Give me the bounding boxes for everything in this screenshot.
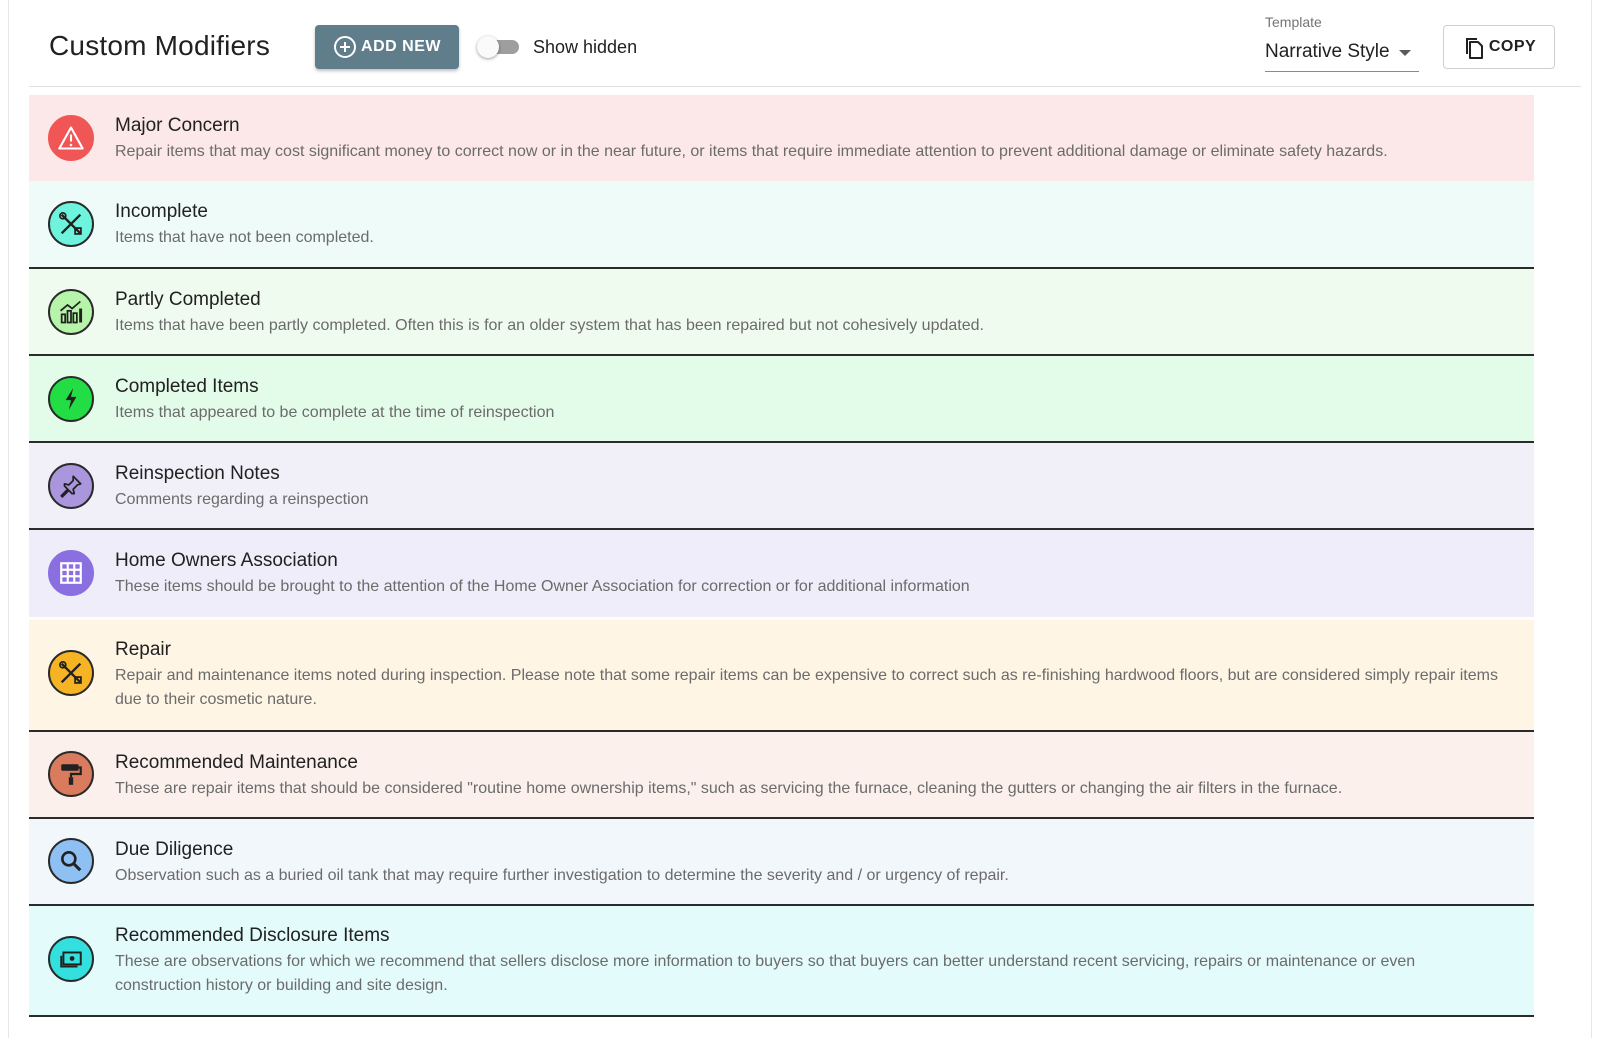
modifier-description: Observation such as a buried oil tank th… <box>115 867 1009 884</box>
modifier-description: Repair and maintenance items noted durin… <box>115 667 1498 708</box>
add-new-button[interactable]: ADD NEW <box>315 25 459 69</box>
modifier-description: Items that have been partly completed. O… <box>115 317 984 334</box>
money-icon <box>48 936 94 982</box>
pin-icon <box>48 463 94 509</box>
modifier-name: Partly Completed <box>115 289 261 310</box>
add-circle-icon <box>334 36 357 58</box>
template-label: Template <box>1265 14 1322 30</box>
modifier-name: Incomplete <box>115 201 208 222</box>
warning-icon <box>48 115 94 161</box>
search-icon <box>48 838 94 884</box>
show-hidden-toggle[interactable] <box>477 36 521 58</box>
modifier-description: Items that have not been completed. <box>115 229 374 246</box>
copy-button[interactable]: COPY <box>1443 25 1555 69</box>
modifier-description: Comments regarding a reinspection <box>115 491 369 508</box>
template-select[interactable]: Narrative Style <box>1265 38 1419 72</box>
copy-label: COPY <box>1488 38 1537 55</box>
chart-icon <box>48 289 94 335</box>
modifier-item[interactable]: Reinspection Notes Comments regarding a … <box>29 443 1534 530</box>
lightning-icon <box>48 376 94 422</box>
modifier-item[interactable]: Due Diligence Observation such as a buri… <box>29 819 1534 906</box>
modifier-name: Completed Items <box>115 376 259 397</box>
modifier-name: Recommended Disclosure Items <box>115 925 390 946</box>
modifier-item[interactable]: Recommended Maintenance These are repair… <box>29 732 1534 819</box>
modifier-name: Home Owners Association <box>115 550 338 571</box>
modifier-item[interactable]: Completed Items Items that appeared to b… <box>29 356 1534 443</box>
add-new-label: ADD NEW <box>361 38 441 55</box>
modifier-item[interactable]: Recommended Disclosure Items These are o… <box>29 906 1534 1017</box>
modifier-item[interactable]: Major Concern Repair items that may cost… <box>29 95 1534 181</box>
modifier-name: Recommended Maintenance <box>115 752 358 773</box>
modifier-description: These are observations for which we reco… <box>115 953 1416 994</box>
modifier-item[interactable]: Incomplete Items that have not been comp… <box>29 181 1534 269</box>
tools-icon <box>48 650 94 696</box>
modifier-item[interactable]: Home Owners Association These items shou… <box>29 530 1534 617</box>
modifier-description: These are repair items that should be co… <box>115 780 1343 797</box>
modifier-name: Reinspection Notes <box>115 463 280 484</box>
app-frame: Custom Modifiers ADD NEW Show hidden Tem… <box>8 0 1592 1038</box>
template-value: Narrative Style <box>1265 41 1390 62</box>
caret-down-icon <box>1399 50 1411 56</box>
modifier-name: Major Concern <box>115 115 240 136</box>
modifier-description: These items should be brought to the att… <box>115 578 970 595</box>
paint-roller-icon <box>48 751 94 797</box>
page-title: Custom Modifiers <box>49 30 271 61</box>
copy-icon <box>1465 38 1483 59</box>
tools-icon <box>48 201 94 247</box>
show-hidden-label: Show hidden <box>533 37 638 57</box>
modifier-item[interactable]: Repair Repair and maintenance items note… <box>29 620 1534 732</box>
toggle-thumb <box>477 36 499 58</box>
modifier-description: Repair items that may cost significant m… <box>115 143 1388 160</box>
modifier-name: Repair <box>115 639 171 660</box>
grid-icon <box>48 550 94 596</box>
toolbar: Custom Modifiers ADD NEW Show hidden Tem… <box>29 0 1581 87</box>
modifier-item[interactable]: Partly Completed Items that have been pa… <box>29 269 1534 356</box>
modifier-name: Due Diligence <box>115 839 234 860</box>
modifier-description: Items that appeared to be complete at th… <box>115 404 555 421</box>
modifier-list: Major Concern Repair items that may cost… <box>29 95 1534 1017</box>
